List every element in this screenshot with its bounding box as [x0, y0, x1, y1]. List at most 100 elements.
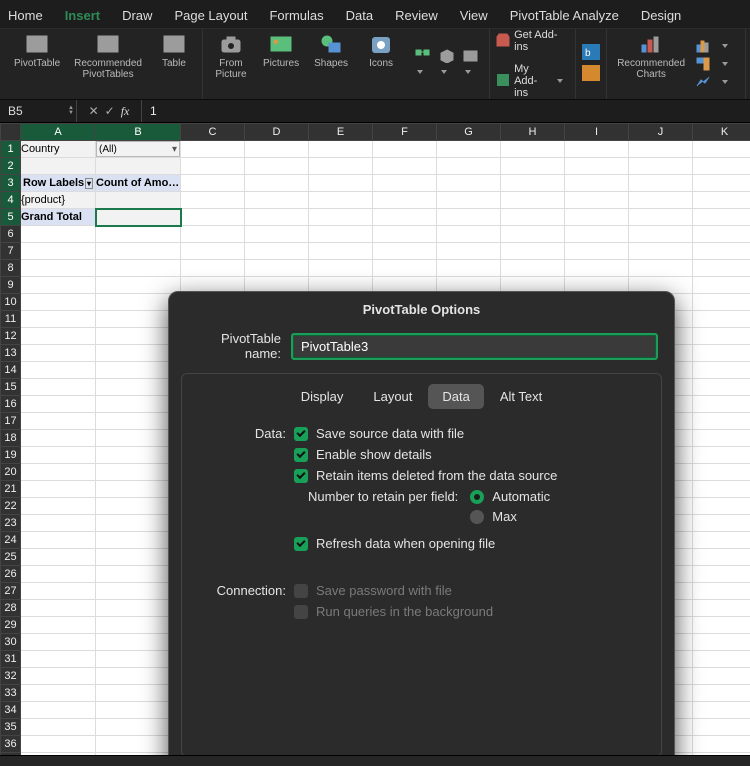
cell[interactable]: [693, 566, 750, 583]
cell[interactable]: [21, 379, 96, 396]
cell[interactable]: [693, 311, 750, 328]
cell[interactable]: [693, 345, 750, 362]
cell[interactable]: [629, 192, 693, 209]
row-header[interactable]: 4: [1, 192, 21, 209]
pivottable-name-input[interactable]: [291, 333, 658, 360]
cell[interactable]: [693, 209, 750, 226]
cell[interactable]: [693, 175, 750, 192]
ribbon-get-addins[interactable]: Get Add-ins: [496, 29, 563, 53]
cell[interactable]: [245, 158, 309, 175]
cell[interactable]: [245, 192, 309, 209]
cell[interactable]: [21, 515, 96, 532]
cell[interactable]: [21, 464, 96, 481]
cell[interactable]: [501, 209, 565, 226]
cell[interactable]: [21, 532, 96, 549]
cell[interactable]: [373, 158, 437, 175]
pivot-filter[interactable]: (All)▾: [96, 141, 181, 158]
row-header[interactable]: 30: [1, 634, 21, 651]
cell[interactable]: [437, 175, 501, 192]
cell[interactable]: Grand Total: [21, 209, 96, 226]
cell[interactable]: [96, 192, 181, 209]
cell[interactable]: [693, 600, 750, 617]
cell[interactable]: [501, 192, 565, 209]
cell[interactable]: [96, 277, 181, 294]
cell[interactable]: [309, 243, 373, 260]
cell[interactable]: [693, 702, 750, 719]
row-header[interactable]: 7: [1, 243, 21, 260]
chk-retain-deleted[interactable]: Retain items deleted from the data sourc…: [294, 468, 647, 483]
ribbon-from-picture[interactable]: From Picture: [209, 32, 253, 96]
row-header[interactable]: 18: [1, 430, 21, 447]
cell[interactable]: [565, 192, 629, 209]
col-header-G[interactable]: G: [437, 124, 501, 141]
cell[interactable]: [693, 634, 750, 651]
row-header[interactable]: 24: [1, 532, 21, 549]
chk-refresh-on-open[interactable]: Refresh data when opening file: [294, 536, 647, 551]
cell[interactable]: [181, 158, 245, 175]
cell[interactable]: [629, 141, 693, 158]
cell[interactable]: [21, 719, 96, 736]
bing-maps-icon[interactable]: b: [582, 44, 600, 63]
cell[interactable]: [181, 192, 245, 209]
cell[interactable]: [629, 260, 693, 277]
cell[interactable]: [501, 175, 565, 192]
cell[interactable]: [21, 736, 96, 753]
cell[interactable]: [21, 566, 96, 583]
row-header[interactable]: 10: [1, 294, 21, 311]
tab-pagelayout[interactable]: Page Layout: [174, 8, 247, 23]
cell[interactable]: [501, 243, 565, 260]
cancel-formula-icon[interactable]: ✕: [89, 104, 99, 119]
col-header-J[interactable]: J: [629, 124, 693, 141]
cell[interactable]: [245, 209, 309, 226]
col-header-K[interactable]: K: [693, 124, 750, 141]
ribbon-table[interactable]: Table: [152, 32, 196, 96]
cell[interactable]: [693, 583, 750, 600]
row-header[interactable]: 36: [1, 736, 21, 753]
ribbon-recommended-pivot[interactable]: Recommended PivotTables: [70, 32, 146, 96]
cell[interactable]: [21, 396, 96, 413]
tab-data[interactable]: Data: [346, 8, 373, 23]
row-header[interactable]: 21: [1, 481, 21, 498]
cell[interactable]: [21, 583, 96, 600]
cell[interactable]: [21, 668, 96, 685]
cell[interactable]: [21, 685, 96, 702]
cell[interactable]: [309, 158, 373, 175]
cell[interactable]: [693, 736, 750, 753]
row-header[interactable]: 26: [1, 566, 21, 583]
cell[interactable]: [245, 243, 309, 260]
cell[interactable]: [437, 141, 501, 158]
cell[interactable]: [181, 175, 245, 192]
cell[interactable]: [693, 413, 750, 430]
cell[interactable]: [373, 192, 437, 209]
cell[interactable]: [21, 430, 96, 447]
cell[interactable]: [693, 294, 750, 311]
cell[interactable]: [693, 719, 750, 736]
cell[interactable]: [309, 260, 373, 277]
cell[interactable]: [693, 617, 750, 634]
cell[interactable]: [245, 226, 309, 243]
cell[interactable]: [309, 192, 373, 209]
row-header[interactable]: 29: [1, 617, 21, 634]
tab-draw[interactable]: Draw: [122, 8, 152, 23]
cell[interactable]: [693, 277, 750, 294]
tab-view[interactable]: View: [460, 8, 488, 23]
cell[interactable]: [181, 226, 245, 243]
cell[interactable]: [693, 141, 750, 158]
radio-automatic[interactable]: Automatic: [470, 489, 550, 504]
cell[interactable]: [245, 175, 309, 192]
cell[interactable]: [21, 226, 96, 243]
cell[interactable]: [629, 243, 693, 260]
cell[interactable]: [96, 260, 181, 277]
tab-home[interactable]: Home: [8, 8, 43, 23]
tab-review[interactable]: Review: [395, 8, 438, 23]
cell[interactable]: [693, 362, 750, 379]
row-header[interactable]: 12: [1, 328, 21, 345]
cell[interactable]: [629, 175, 693, 192]
cell[interactable]: [96, 243, 181, 260]
cell[interactable]: [693, 243, 750, 260]
tab-pivottable-analyze[interactable]: PivotTable Analyze: [510, 8, 619, 23]
col-header-B[interactable]: B: [96, 124, 181, 141]
cell[interactable]: [693, 226, 750, 243]
row-header[interactable]: 28: [1, 600, 21, 617]
sheet-tab-strip[interactable]: [0, 755, 750, 766]
